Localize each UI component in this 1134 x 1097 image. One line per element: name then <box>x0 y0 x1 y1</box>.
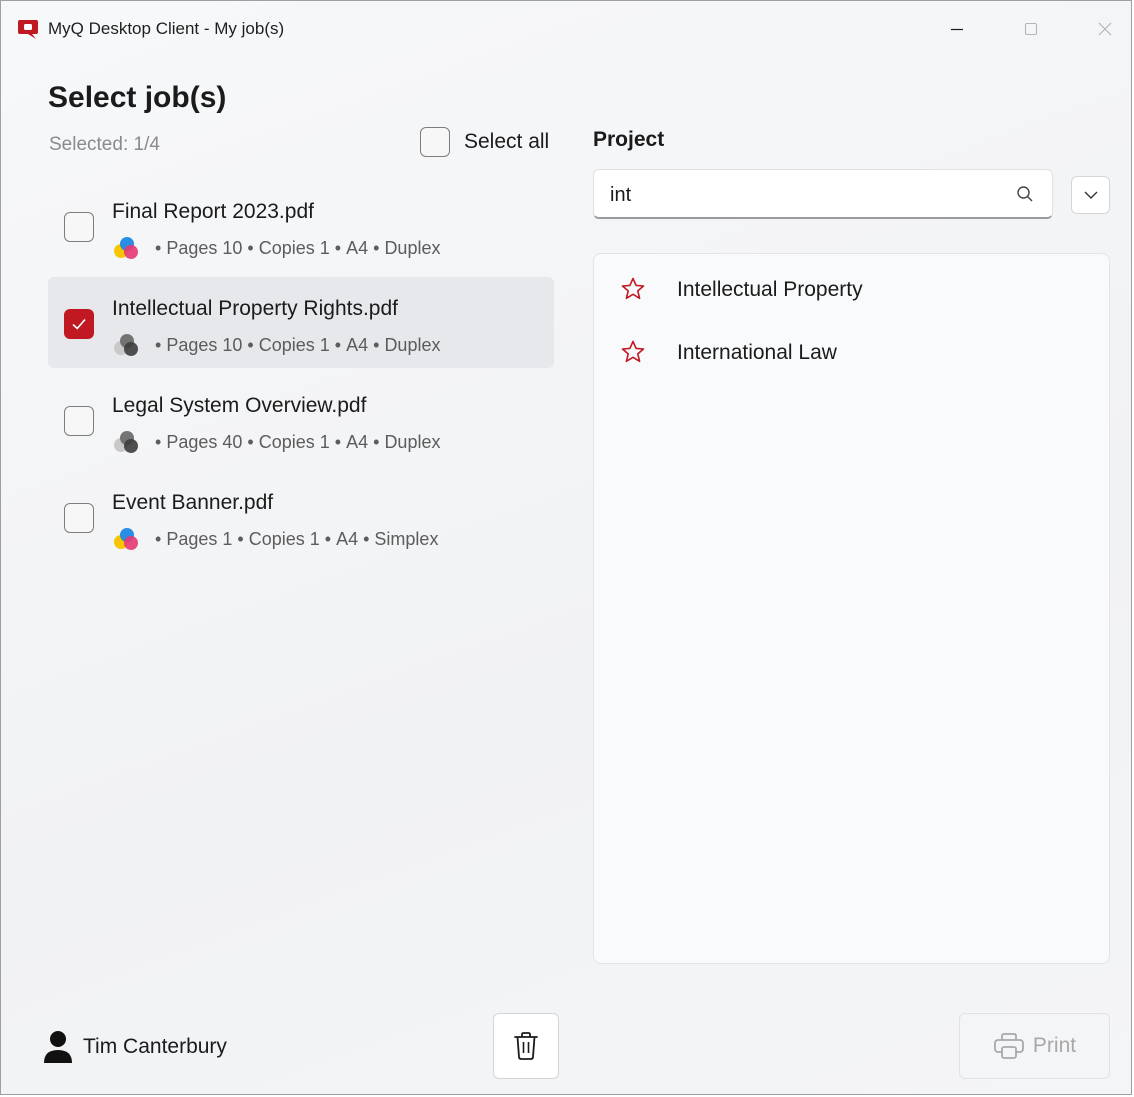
project-item-label: International Law <box>677 341 837 364</box>
job-name: Intellectual Property Rights.pdf <box>112 297 398 320</box>
project-dropdown-button[interactable] <box>1071 176 1110 214</box>
job-sides: Simplex <box>374 528 439 549</box>
minimize-icon <box>951 28 963 31</box>
job-list: Final Report 2023.pdf • Pages 10 • Copie… <box>48 180 554 568</box>
job-copies: 1 <box>319 431 330 452</box>
project-results-list: Intellectual Property International Law <box>593 253 1110 964</box>
job-name: Legal System Overview.pdf <box>112 394 367 417</box>
job-meta: • Pages 40 • Copies 1 • A4 • Duplex <box>112 430 440 454</box>
minimize-button[interactable] <box>934 11 980 47</box>
job-meta: • Pages 1 • Copies 1 • A4 • Simplex <box>112 527 438 551</box>
project-item[interactable]: Intellectual Property <box>594 258 1109 318</box>
project-item[interactable]: International Law <box>594 321 1109 381</box>
job-pages: 1 <box>222 528 233 549</box>
job-pages-label: Pages <box>166 528 218 549</box>
color-print-icon <box>114 528 138 550</box>
select-all-label: Select all <box>464 130 550 153</box>
trash-icon <box>514 1032 538 1060</box>
print-button[interactable]: Print <box>959 1013 1110 1079</box>
delete-button[interactable] <box>493 1013 559 1079</box>
grayscale-print-icon <box>114 431 138 453</box>
maximize-icon <box>1024 22 1038 36</box>
printer-icon <box>994 1033 1024 1059</box>
job-name: Final Report 2023.pdf <box>112 200 314 223</box>
star-outline-icon[interactable] <box>620 339 646 365</box>
job-pages: 10 <box>222 237 243 258</box>
chevron-down-icon <box>1084 191 1097 199</box>
job-pages-label: Pages <box>166 431 218 452</box>
job-checkbox[interactable] <box>64 212 94 242</box>
select-all-checkbox[interactable]: Select all <box>420 127 549 157</box>
job-item[interactable]: Legal System Overview.pdf • Pages 40 • C… <box>48 374 554 465</box>
project-search-input[interactable] <box>608 180 992 210</box>
job-item-selected[interactable]: Intellectual Property Rights.pdf • Pages… <box>48 277 554 368</box>
job-copies: 1 <box>319 237 330 258</box>
job-item[interactable]: Event Banner.pdf • Pages 1 • Copies 1 • … <box>48 471 554 562</box>
job-sides: Duplex <box>384 334 441 355</box>
title-bar: MyQ Desktop Client - My job(s) <box>1 1 1131 57</box>
job-checkbox[interactable] <box>64 406 94 436</box>
job-paper: A4 <box>336 528 359 549</box>
job-sides: Duplex <box>384 431 441 452</box>
window-title: MyQ Desktop Client - My job(s) <box>48 19 285 38</box>
job-pages-label: Pages <box>166 334 218 355</box>
app-window: MyQ Desktop Client - My job(s) Select jo… <box>0 0 1132 1095</box>
grayscale-print-icon <box>114 334 138 356</box>
project-search-field[interactable] <box>593 169 1053 219</box>
star-outline-icon[interactable] <box>620 276 646 302</box>
close-button[interactable] <box>1082 11 1128 47</box>
job-name: Event Banner.pdf <box>112 491 274 514</box>
myq-logo-icon <box>18 20 38 39</box>
job-copies-label: Copies <box>258 334 315 355</box>
select-all-box[interactable] <box>420 127 450 157</box>
job-checkbox[interactable] <box>64 503 94 533</box>
job-copies-label: Copies <box>248 528 305 549</box>
job-sides: Duplex <box>384 237 441 258</box>
job-copies-label: Copies <box>258 431 315 452</box>
job-paper: A4 <box>346 334 369 355</box>
job-copies: 1 <box>309 528 320 549</box>
job-checkbox-checked[interactable] <box>64 309 94 339</box>
close-icon <box>1098 22 1112 36</box>
print-label: Print <box>1032 1034 1077 1057</box>
selected-count: Selected: 1/4 <box>49 134 160 155</box>
user-info: Tim Canterbury <box>43 1030 227 1064</box>
project-item-label: Intellectual Property <box>677 278 863 301</box>
page-title: Select job(s) <box>48 81 227 114</box>
job-copies: 1 <box>319 334 330 355</box>
job-copies-label: Copies <box>258 237 315 258</box>
user-name: Tim Canterbury <box>83 1035 227 1058</box>
job-pages: 10 <box>222 334 243 355</box>
checkmark-icon <box>72 318 86 330</box>
job-pages: 40 <box>222 431 243 452</box>
user-icon <box>44 1031 72 1063</box>
job-meta: • Pages 10 • Copies 1 • A4 • Duplex <box>112 333 440 357</box>
maximize-button[interactable] <box>1008 11 1054 47</box>
job-meta: • Pages 10 • Copies 1 • A4 • Duplex <box>112 236 440 260</box>
job-paper: A4 <box>346 237 369 258</box>
job-pages-label: Pages <box>166 237 218 258</box>
search-icon[interactable] <box>1016 185 1034 203</box>
job-item[interactable]: Final Report 2023.pdf • Pages 10 • Copie… <box>48 180 554 271</box>
project-label: Project <box>593 128 665 151</box>
color-print-icon <box>114 237 138 259</box>
job-paper: A4 <box>346 431 369 452</box>
